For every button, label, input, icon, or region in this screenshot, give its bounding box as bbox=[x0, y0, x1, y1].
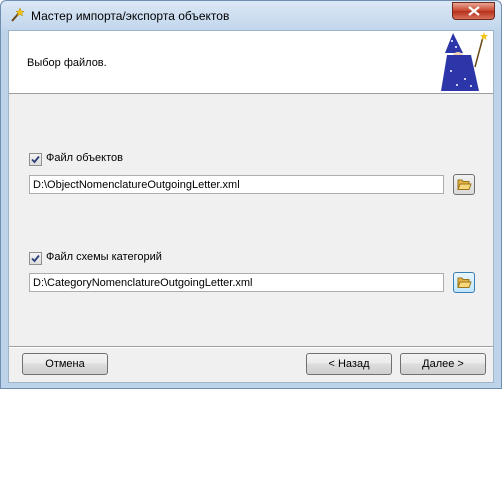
next-button[interactable]: Далее > bbox=[400, 353, 486, 375]
cancel-button[interactable]: Отмена bbox=[22, 353, 108, 375]
schema-file-path-input[interactable]: D:\CategoryNomenclatureOutgoingLetter.xm… bbox=[29, 273, 444, 292]
close-button[interactable] bbox=[452, 2, 495, 20]
wizard-window: Мастер импорта/экспорта объектов Выбор ф… bbox=[0, 0, 502, 389]
step-description: Выбор файлов. bbox=[27, 57, 107, 69]
title-bar[interactable]: Мастер импорта/экспорта объектов bbox=[1, 1, 501, 30]
close-icon bbox=[467, 6, 480, 16]
back-button[interactable]: < Назад bbox=[306, 353, 392, 375]
wizard-icon bbox=[441, 32, 488, 91]
objects-file-checkbox[interactable] bbox=[29, 153, 42, 166]
wand-icon bbox=[9, 7, 25, 23]
schema-file-browse-button[interactable] bbox=[453, 272, 475, 293]
objects-file-label: Файл объектов bbox=[46, 152, 123, 164]
folder-open-icon bbox=[457, 277, 472, 288]
schema-file-checkbox[interactable] bbox=[29, 252, 42, 265]
header-band: Выбор файлов. bbox=[9, 31, 493, 94]
checkmark-icon bbox=[31, 254, 40, 263]
objects-file-browse-button[interactable] bbox=[453, 174, 475, 195]
window-title: Мастер импорта/экспорта объектов bbox=[31, 9, 230, 23]
folder-open-icon bbox=[457, 179, 472, 190]
wizard-client-area: Выбор файлов. Файл объектов D:\ObjectNom… bbox=[8, 30, 494, 383]
checkmark-icon bbox=[31, 155, 40, 164]
footer-separator bbox=[9, 346, 493, 348]
schema-file-label: Файл схемы категорий bbox=[46, 251, 162, 263]
objects-file-path-input[interactable]: D:\ObjectNomenclatureOutgoingLetter.xml bbox=[29, 175, 444, 194]
